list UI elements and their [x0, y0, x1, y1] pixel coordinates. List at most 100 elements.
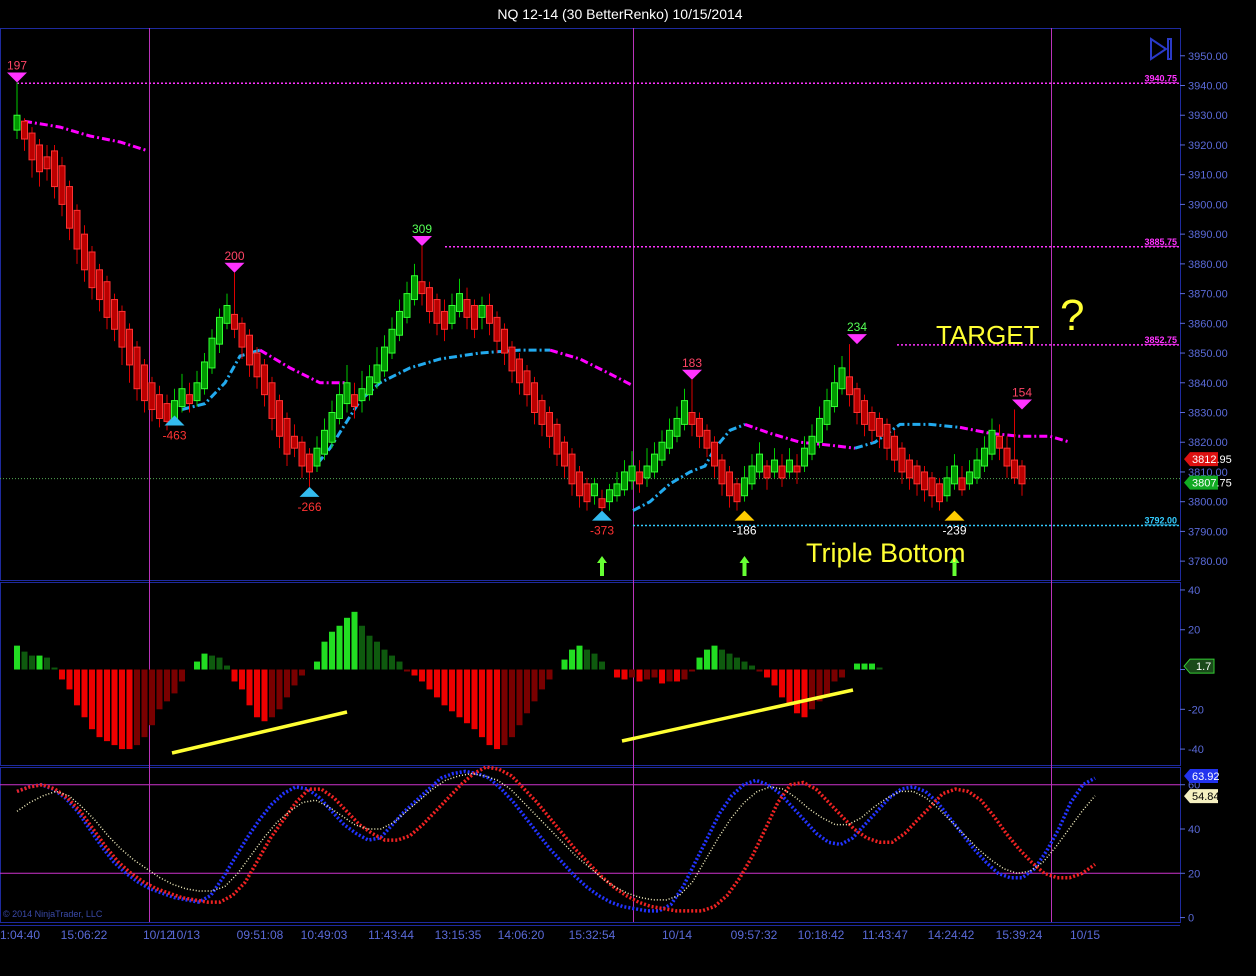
candle-body [591, 483, 598, 497]
candle-body [786, 459, 793, 473]
candle-body [336, 394, 343, 419]
histogram-bar [584, 649, 590, 670]
histogram-bar [389, 655, 395, 670]
candle-body [913, 465, 921, 485]
swing-level-label: 3792.00 [1144, 515, 1177, 525]
candle-body [163, 403, 171, 422]
histogram-bar [471, 669, 478, 730]
swing-level-label: 3852.75 [1144, 335, 1177, 345]
histogram-bar [711, 645, 718, 670]
candle-body [58, 165, 66, 205]
candle-body [186, 394, 193, 405]
candle-body [741, 477, 748, 497]
price-tick-label: 3840.00 [1188, 378, 1228, 390]
oscillator-tick-label: 0 [1188, 913, 1194, 925]
price-marker-label: 3807.75 [1192, 478, 1232, 490]
swing-low-label: -373 [590, 524, 614, 538]
time-label: 15:32:54 [569, 928, 616, 942]
candle-body [141, 364, 148, 402]
price-tick-label: 3850.00 [1188, 348, 1228, 360]
candle-body [433, 299, 441, 324]
price-tick-label: 3920.00 [1188, 140, 1228, 152]
histogram-bar [36, 655, 43, 670]
time-label: 15:06:22 [61, 928, 108, 942]
histogram-bar [644, 669, 650, 680]
swing-low-label: -239 [942, 524, 966, 538]
time-label: 11:43:47 [862, 928, 908, 942]
price-tick-label: 3870.00 [1188, 289, 1228, 301]
swing-low-label: -186 [732, 524, 756, 538]
candle-body [778, 465, 786, 479]
candle-body [928, 477, 936, 497]
histogram-bar [224, 665, 230, 670]
candle-body [853, 388, 861, 414]
candle-body [313, 447, 321, 467]
candle-body [613, 483, 621, 497]
histogram-bar [629, 669, 635, 678]
histogram-bar [801, 669, 808, 718]
candle-body [231, 313, 238, 330]
candle-body [846, 376, 853, 396]
candle-body [276, 400, 283, 437]
price-tick-label: 3900.00 [1188, 199, 1228, 211]
histogram-tick-label: -40 [1188, 744, 1204, 756]
candle-body [733, 483, 741, 503]
candle-body [636, 471, 643, 485]
histogram-bar [441, 669, 448, 706]
histogram-bar [51, 667, 58, 670]
histogram-bar [771, 669, 778, 686]
candle-body [358, 388, 366, 402]
histogram-bar [201, 653, 208, 670]
histogram-bar [449, 669, 455, 712]
candle-body [388, 328, 396, 354]
candle-body [66, 186, 73, 229]
candle-body [261, 364, 268, 396]
histogram-bar [854, 663, 860, 670]
histogram-bar [464, 669, 470, 724]
candle-body [703, 429, 711, 449]
copyright-text: © 2014 NinjaTrader, LLC [3, 909, 103, 919]
histogram-bar [741, 661, 748, 670]
candle-body [478, 304, 486, 318]
histogram-tick-label: -20 [1188, 704, 1204, 716]
candle-body [418, 281, 426, 295]
histogram-bar [704, 649, 710, 670]
candle-body [966, 471, 973, 485]
time-label: 10/14 [662, 928, 692, 942]
candle-body [568, 453, 576, 485]
histogram-bar [599, 661, 605, 670]
swing-low-label: -463 [162, 428, 186, 442]
scroll-end-button[interactable] [1146, 36, 1174, 61]
histogram-bar [216, 657, 223, 670]
histogram-bar [44, 657, 50, 670]
histogram-bar [651, 669, 658, 678]
time-label: 09:51:08 [237, 928, 284, 942]
candle-body [1011, 459, 1018, 479]
candle-body [81, 233, 88, 271]
histogram-bar [809, 669, 815, 710]
candle-body [411, 275, 418, 301]
candle-body [73, 209, 81, 250]
candle-body [426, 287, 433, 312]
histogram-bar [254, 669, 260, 718]
histogram-bar [66, 669, 73, 690]
candle-body [178, 388, 186, 408]
candle-body [268, 382, 276, 419]
histogram-bar [29, 655, 35, 670]
candle-body [523, 370, 531, 396]
histogram-bar [614, 669, 620, 678]
candle-body [936, 483, 943, 503]
candle-body [531, 382, 538, 414]
candle-body [688, 412, 696, 425]
histogram-bar [344, 617, 350, 670]
chart-title: NQ 12-14 (30 BetterRenko) 10/15/2014 [497, 6, 742, 22]
candle-body [28, 132, 36, 161]
histogram-bar [861, 663, 868, 670]
candle-body [223, 304, 231, 324]
candle-body [321, 429, 328, 455]
price-tick-label: 3860.00 [1188, 318, 1228, 330]
swing-high-label: 183 [682, 356, 702, 370]
candle-body [13, 114, 21, 131]
candle-body [216, 316, 223, 345]
candle-body [246, 334, 253, 366]
